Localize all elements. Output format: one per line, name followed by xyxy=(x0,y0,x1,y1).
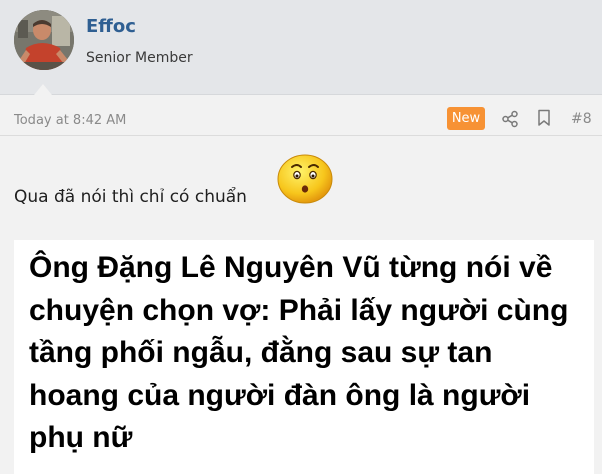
bookmark-icon[interactable] xyxy=(536,109,552,127)
user-title: Senior Member xyxy=(86,50,193,66)
worried-face-emoji xyxy=(276,152,336,206)
post-number-link[interactable]: #8 xyxy=(571,111,592,127)
post-pointer xyxy=(34,84,52,95)
image-text: Ông Đặng Lê Nguyên Vũ từng nói về chuyện… xyxy=(29,251,569,454)
post-timestamp[interactable]: Today at 8:42 AM xyxy=(14,113,126,128)
post: Today at 8:42 AM New #8 Qua đã nói thì c… xyxy=(0,95,602,474)
user-header: Effoc Senior Member xyxy=(0,0,602,95)
share-icon[interactable] xyxy=(501,110,519,128)
attached-image[interactable]: Ông Đặng Lê Nguyên Vũ từng nói về chuyện… xyxy=(14,240,594,474)
username-link[interactable]: Effoc xyxy=(86,16,136,37)
post-message: Qua đã nói thì chỉ có chuẩn xyxy=(14,187,247,207)
new-badge: New xyxy=(447,107,485,130)
user-avatar[interactable] xyxy=(14,10,74,70)
post-meta-bar: Today at 8:42 AM New #8 xyxy=(0,95,602,136)
avatar-photo xyxy=(14,10,74,70)
